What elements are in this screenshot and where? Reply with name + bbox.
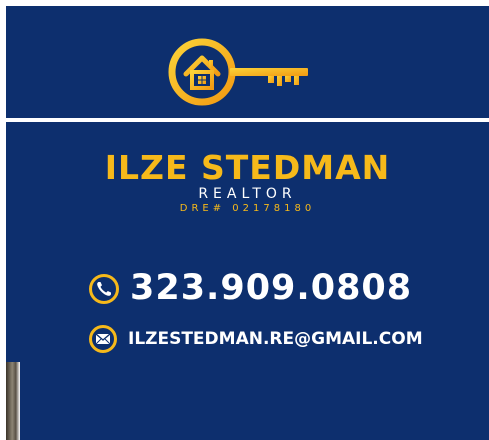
email-address[interactable]: ILZESTEDMAN.RE@GMAIL.COM bbox=[128, 330, 423, 348]
agent-name: ILZE STEDMAN bbox=[104, 148, 391, 187]
edge-photo-fragment bbox=[6, 362, 20, 440]
agent-role: REALTOR bbox=[198, 186, 297, 202]
divider-line bbox=[6, 118, 489, 122]
phone-contact[interactable]: 323.909.0808 bbox=[88, 271, 412, 306]
phone-number[interactable]: 323.909.0808 bbox=[130, 271, 412, 306]
email-contact[interactable]: ILZESTEDMAN.RE@GMAIL.COM bbox=[88, 324, 423, 354]
phone-icon bbox=[89, 273, 119, 304]
license-number: DRE# 02178180 bbox=[179, 203, 316, 214]
business-card: ILZE STEDMAN REALTOR DRE# 02178180 323.9… bbox=[6, 6, 489, 440]
house-key-icon bbox=[168, 38, 308, 106]
envelope-icon bbox=[89, 325, 117, 353]
